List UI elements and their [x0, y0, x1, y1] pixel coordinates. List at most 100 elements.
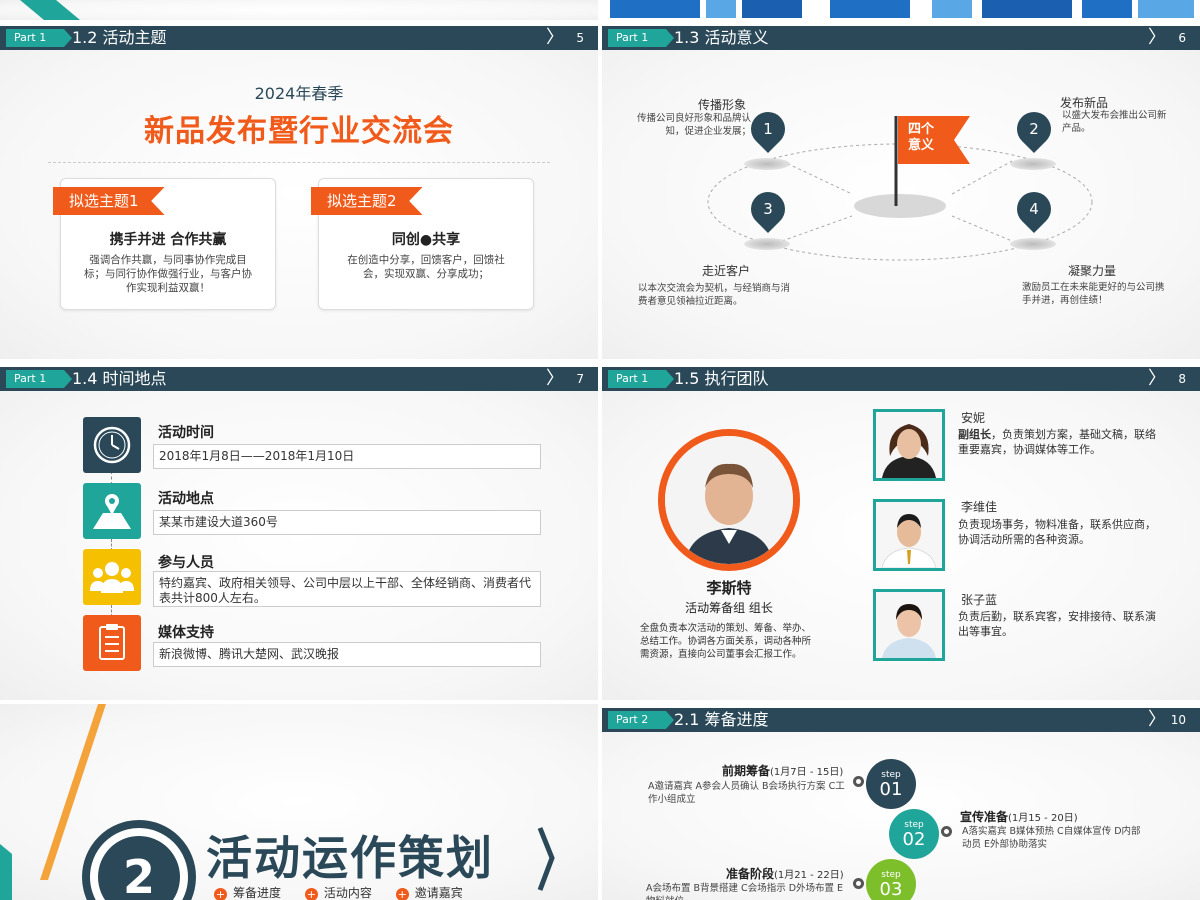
event-title: 新品发布暨行业交流会: [144, 114, 454, 149]
slide-8[interactable]: Part 1 1.5 执行团队 〉 8 李斯特 活动筹备组 组长 全盘负责本次活…: [602, 367, 1200, 700]
member-photo: [873, 409, 945, 481]
slide-5[interactable]: Part 1 1.2 活动主题 〉 5 2024年春季 新品发布暨行业交流会 拟…: [0, 26, 598, 359]
point-text: 以盛大发布会推出公司新产品。: [1062, 110, 1167, 134]
step-1-badge: step 01: [866, 759, 916, 809]
step-name: 前期筹备: [722, 764, 771, 778]
member-role: 副组长: [958, 428, 991, 441]
divider: [48, 162, 550, 163]
point-text: 传播公司良好形象和品牌认知，促进企业发展；: [636, 113, 751, 137]
section-bullets: + 筹备进度 + 活动内容 + 邀请嘉宾: [214, 884, 463, 900]
step-2-badge: step 02: [889, 809, 939, 859]
member-name: 张子蓝: [961, 593, 998, 607]
pin-number: 4: [1029, 200, 1039, 218]
leader-role: 活动筹备组 组长: [685, 601, 773, 615]
orbit-diagram: [707, 116, 1093, 261]
member-name: 李维佳: [961, 500, 998, 514]
slide-number: 5: [576, 31, 584, 45]
item-value: 特约嘉宾、政府相关领导、公司中层以上干部、全体经销商、消费者代表共计800人左右…: [153, 571, 541, 607]
clock-icon: [83, 417, 141, 473]
slide-title: 2.1 筹备进度: [674, 710, 769, 729]
member-desc: 负责后勤，联系宾客，安排接待、联系演出等事宜。: [958, 610, 1156, 638]
slide-header: Part 2 2.1 筹备进度 〉 10: [602, 708, 1200, 732]
step-label: step: [904, 820, 924, 830]
bullet-label: 筹备进度: [233, 886, 282, 900]
slide-header: Part 1 1.4 时间地点 〉 7: [0, 367, 598, 391]
leader-photo: [658, 429, 800, 571]
theme-tag: 拟选主题2: [311, 187, 423, 215]
pin-base: [1010, 238, 1056, 250]
map-pin-icon: [83, 483, 141, 539]
slide-number: 7: [576, 372, 584, 386]
slide-number: 8: [1178, 372, 1186, 386]
event-subtitle: 2024年春季: [254, 84, 344, 103]
theme-heading: 携手并进 合作共赢: [109, 232, 227, 248]
slide-number: 10: [1170, 713, 1186, 727]
slide-10[interactable]: Part 2 2.1 筹备进度 〉 10 前期筹备(1月7日 - 15日) A邀…: [602, 708, 1200, 900]
point-label: 走近客户: [702, 264, 751, 278]
step-date: (1月15 - 20日): [1008, 813, 1078, 824]
item-label: 媒体支持: [158, 625, 214, 641]
step-title: 前期筹备(1月7日 - 15日): [722, 762, 843, 779]
part-tag: Part 1: [6, 29, 72, 47]
chevron-right-icon: 〉: [546, 27, 564, 48]
theme-heading: 同创●共享: [391, 232, 461, 248]
leader-desc: 全盘负责本次活动的策划、筹备、举办、总结工作。协调各方面关系，调动各种所需资源，…: [640, 623, 812, 660]
timeline-dot: [941, 826, 952, 837]
clipboard-icon: [83, 615, 141, 671]
timeline-dot: [853, 776, 864, 787]
pin-number: 3: [763, 200, 773, 218]
slide-4-partial: [602, 0, 1200, 20]
step-label: step: [881, 870, 901, 880]
chevron-right-icon: 〉: [1148, 368, 1166, 389]
step-number: 01: [879, 779, 903, 800]
teal-accent-shape: [20, 0, 80, 20]
step-3-badge: step 03: [866, 859, 916, 900]
slide-7[interactable]: Part 1 1.4 时间地点 〉 7 活动时间 2018年1月8日——2018…: [0, 367, 598, 700]
step-title: 宣传准备(1月15 - 20日): [960, 808, 1078, 825]
item-value: 某某市建设大道360号: [153, 510, 541, 535]
point-text: 以本次交流会为契机，与经销商与消费者意见领袖拉近距离。: [638, 283, 791, 307]
pin-base: [744, 238, 790, 250]
part-tag: Part 2: [608, 711, 674, 729]
pin-number: 2: [1029, 120, 1039, 138]
slide-title: 1.5 执行团队: [674, 369, 769, 388]
chevron-right-icon: 〉: [1148, 709, 1166, 730]
slide-title: 1.2 活动主题: [72, 28, 167, 47]
member-desc: 负责现场事务，物料准备，联系供应商，协调活动所需的各种资源。: [958, 518, 1156, 546]
slide-3-partial: [0, 0, 598, 20]
point-label: 凝聚力量: [1068, 264, 1117, 278]
item-value: 2018年1月8日——2018年1月10日: [153, 444, 541, 469]
theme-text: 强调合作共赢，与同事协作完成目标；与同行协作做强行业，与客户协作实现利益双赢！: [84, 254, 252, 294]
step-title: 准备阶段(1月21 - 22日): [726, 865, 844, 882]
bullet-label: 活动内容: [323, 886, 372, 900]
step-date: (1月7日 - 15日): [770, 767, 844, 778]
member-photo: [873, 589, 945, 661]
plus-icon: +: [304, 888, 318, 900]
plus-icon: +: [395, 888, 409, 900]
point-text: 激励员工在未来能更好的与公司携手并进，再创佳绩！: [1022, 282, 1165, 306]
step-name: 准备阶段: [726, 867, 775, 881]
part-tag: Part 1: [608, 370, 674, 388]
slide-6[interactable]: Part 1 1.3 活动意义 〉 6 四个意义 1 传播形象 传播公司良好形象…: [602, 26, 1200, 359]
people-icon: [83, 549, 141, 605]
step-text: A邀请嘉宾 A参会人员确认 B会场执行方案 C工作小组成立: [648, 781, 845, 805]
item-value: 新浪微博、腾讯大楚网、武汉晚报: [153, 642, 541, 667]
pin-base: [744, 158, 790, 170]
step-text: A会场布置 B背景搭建 C会场指示 D外场布置 E物料就位: [646, 883, 844, 900]
step-text: A落实嘉宾 B媒体预热 C自媒体宣传 D内部动员 E外部协助落实: [962, 826, 1141, 850]
theme-tag: 拟选主题1: [53, 187, 165, 215]
flag-label: 四个意义: [908, 122, 935, 153]
chevron-right-icon: 〉: [546, 368, 564, 389]
plus-icon: +: [214, 888, 227, 900]
timeline-dot: [853, 878, 864, 889]
section-number: 2: [98, 836, 180, 900]
point-label: 传播形象: [698, 98, 747, 112]
member-photo: [873, 499, 945, 571]
member-desc: 副组长，负责策划方案，基础文稿，联络重要嘉宾，协调媒体等工作。: [958, 427, 1158, 457]
slide-9-section[interactable]: 2 活动运作策划 + 筹备进度 + 活动内容 + 邀请嘉宾: [0, 704, 598, 900]
theme-card-1: 拟选主题1 携手并进 合作共赢 强调合作共赢，与同事协作完成目标；与同行协作做强…: [53, 178, 276, 310]
slide-header: Part 1 1.5 执行团队 〉 8: [602, 367, 1200, 391]
item-label: 活动地点: [158, 491, 214, 507]
pin-number: 1: [763, 120, 773, 138]
part-tag: Part 1: [6, 370, 72, 388]
